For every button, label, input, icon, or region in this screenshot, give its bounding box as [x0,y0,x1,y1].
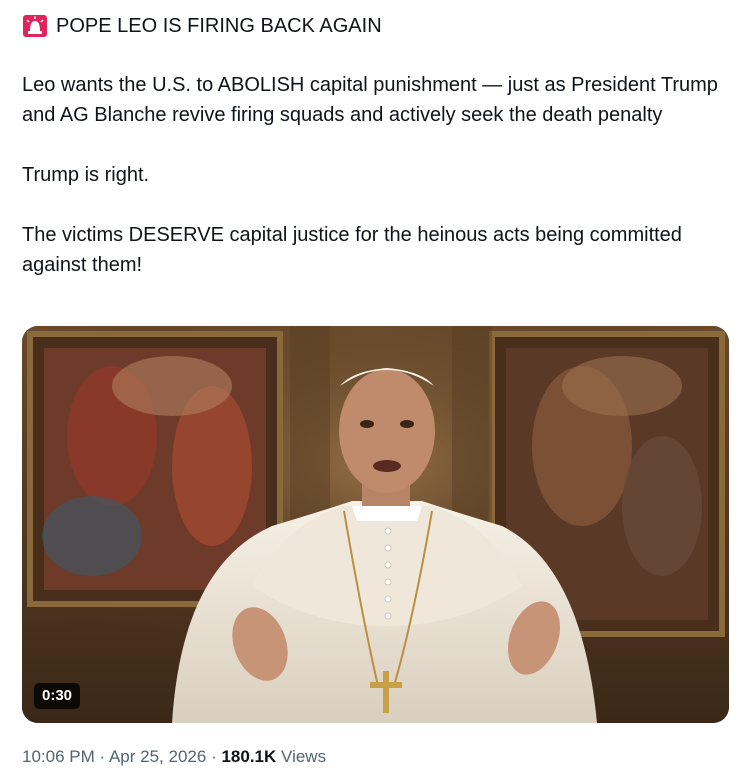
video-player[interactable]: 0:30 [22,326,729,723]
post-paragraph-1: Leo wants the U.S. to ABOLISH capital pu… [22,74,718,126]
post-meta: 10:06 PM · Apr 25, 2026 · 180.1K Views [22,744,326,770]
post-paragraph-3: The victims DESERVE capital justice for … [22,224,682,276]
views-count: 180.1K [221,747,277,766]
views-label: Views [281,747,327,766]
video-duration-badge: 0:30 [34,683,81,709]
meta-separator: · [99,747,106,766]
meta-separator: · [211,747,217,766]
post-date[interactable]: Apr 25, 2026 [109,747,206,766]
tweet-body: POPE LEO IS FIRING BACK AGAIN Leo wants … [22,10,722,280]
post-paragraph-2: Trump is right. [22,164,150,186]
post-time[interactable]: 10:06 PM [22,747,95,766]
headline-text: POPE LEO IS FIRING BACK AGAIN [56,15,382,37]
video-thumbnail [22,326,729,723]
post-headline: POPE LEO IS FIRING BACK AGAIN [22,10,722,42]
rotating-light-icon [22,14,48,38]
